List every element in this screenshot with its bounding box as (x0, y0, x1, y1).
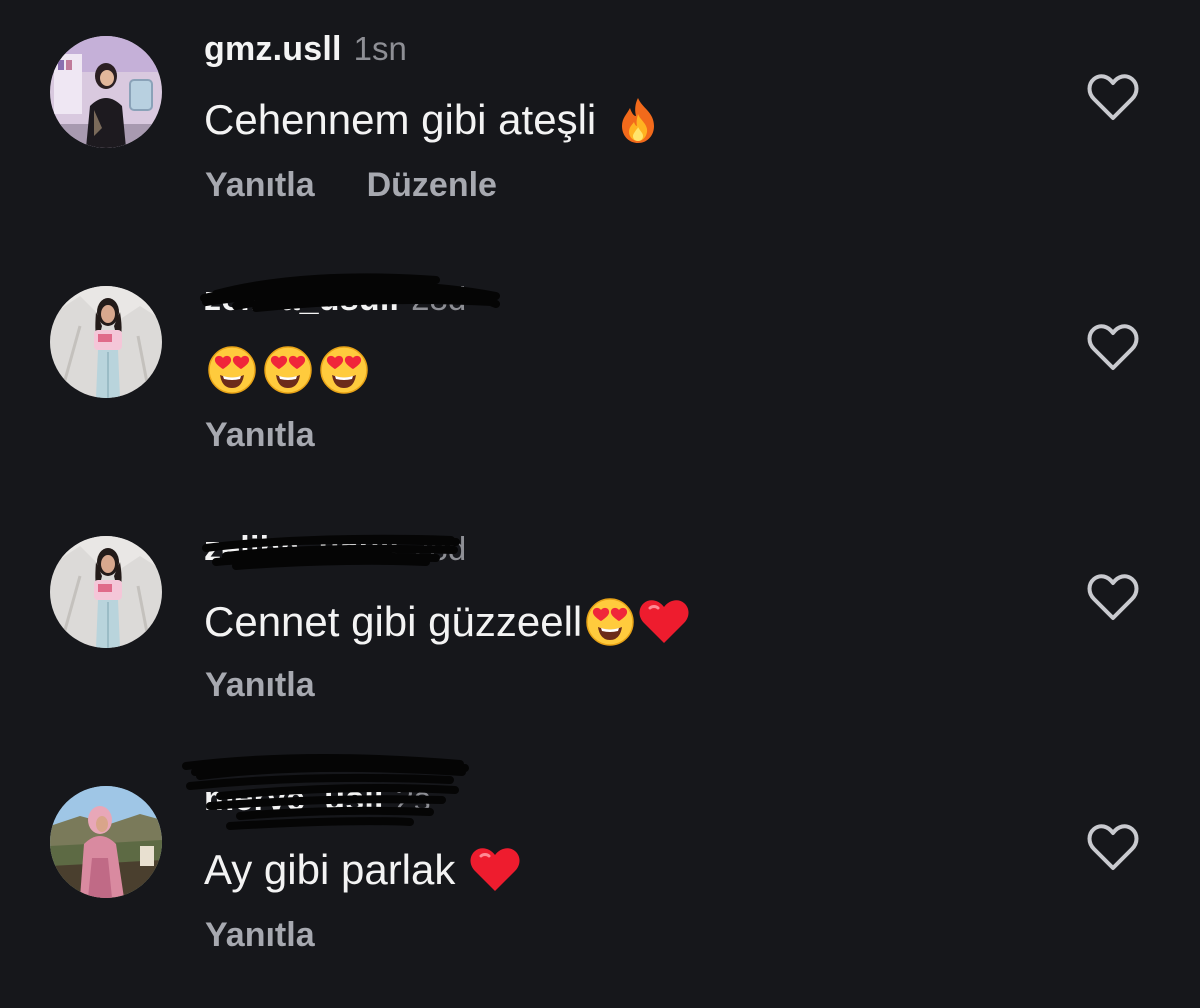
reply-button[interactable]: Yanıtla (205, 666, 315, 705)
user-avatar[interactable] (50, 786, 162, 898)
username[interactable]: merve_usll (204, 780, 384, 819)
comment-header: zeliha_usull 28d (204, 530, 466, 574)
comment-item: zeliha_usull 28d Cennet gibi güzzeell Ya… (0, 500, 1200, 750)
timestamp: 28d (411, 530, 467, 567)
comment-body: Ay gibi parlak (204, 846, 456, 893)
comment-header: gmz.usll 1sn (204, 30, 407, 74)
heart-eyes-emoji-icon (206, 344, 258, 396)
user-avatar[interactable] (50, 536, 162, 648)
heart-eyes-emoji-icon (584, 596, 636, 648)
comment-item: merve_usll 2s Ay gibi parlak Yanıtla (0, 750, 1200, 1000)
comment-item: gmz.usll 1sn Cehennem gibi ateşli Yanıtl… (0, 0, 1200, 250)
comment-text (204, 342, 370, 398)
heart-eyes-emoji-icon (318, 344, 370, 396)
comment-header: merve_usll 2s (204, 780, 431, 824)
username[interactable]: zeliha_usull (204, 280, 399, 319)
user-avatar[interactable] (50, 286, 162, 398)
like-heart-icon[interactable] (1086, 74, 1140, 122)
comment-text: Cennet gibi güzzeell (204, 594, 690, 650)
comment-actions: Yanıtla (205, 916, 315, 955)
red-heart-emoji-icon (638, 596, 690, 648)
comment-text: Ay gibi parlak (204, 842, 521, 898)
reply-button[interactable]: Yanıtla (205, 416, 315, 455)
reply-button[interactable]: Yanıtla (205, 166, 315, 205)
heart-eyes-emoji-icon (262, 344, 314, 396)
like-heart-icon[interactable] (1086, 574, 1140, 622)
user-avatar[interactable] (50, 36, 162, 148)
username[interactable]: zeliha_usull (204, 530, 399, 569)
comment-item: zeliha_usull 28d Yanıtla (0, 250, 1200, 500)
timestamp: 1sn (353, 30, 407, 67)
red-heart-emoji-icon (469, 844, 521, 896)
comment-actions: Yanıtla (205, 416, 315, 455)
like-heart-icon[interactable] (1086, 824, 1140, 872)
comment-actions: Yanıtla Düzenle (205, 166, 497, 205)
comment-text: Cehennem gibi ateşli (204, 92, 664, 148)
timestamp: 2s (395, 780, 431, 817)
username[interactable]: gmz.usll (204, 30, 342, 69)
like-heart-icon[interactable] (1086, 324, 1140, 372)
fire-emoji-icon (612, 94, 664, 146)
comment-body: Cennet gibi güzzeell (204, 598, 583, 645)
timestamp: 28d (411, 280, 467, 317)
reply-button[interactable]: Yanıtla (205, 916, 315, 955)
comment-body: Cehennem gibi ateşli (204, 96, 597, 143)
comment-actions: Yanıtla (205, 666, 315, 705)
edit-button[interactable]: Düzenle (367, 166, 497, 205)
comment-header: zeliha_usull 28d (204, 280, 466, 324)
